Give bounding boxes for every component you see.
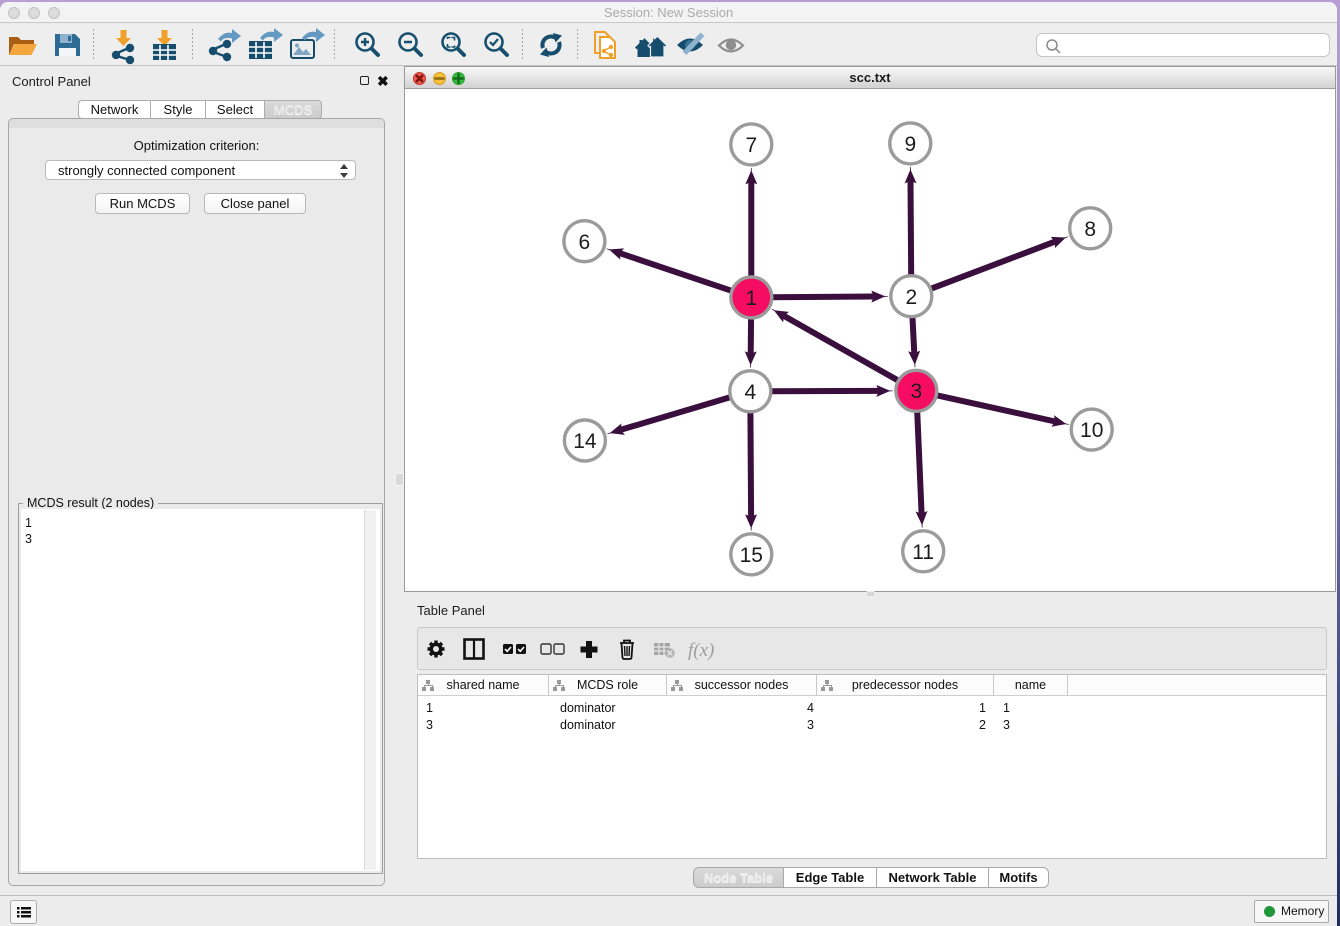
svg-text:11: 11 [912, 541, 934, 564]
svg-text:6: 6 [579, 231, 591, 254]
svg-text:3: 3 [910, 380, 922, 403]
svg-text:1: 1 [745, 287, 757, 310]
svg-text:14: 14 [573, 430, 597, 453]
svg-text:4: 4 [744, 381, 756, 404]
svg-text:2: 2 [905, 286, 917, 309]
svg-text:7: 7 [745, 134, 757, 157]
svg-text:10: 10 [1080, 419, 1103, 442]
svg-text:9: 9 [904, 133, 916, 156]
svg-text:f(x): f(x) [688, 640, 714, 661]
svg-text:15: 15 [740, 544, 763, 567]
svg-text:8: 8 [1084, 218, 1096, 241]
